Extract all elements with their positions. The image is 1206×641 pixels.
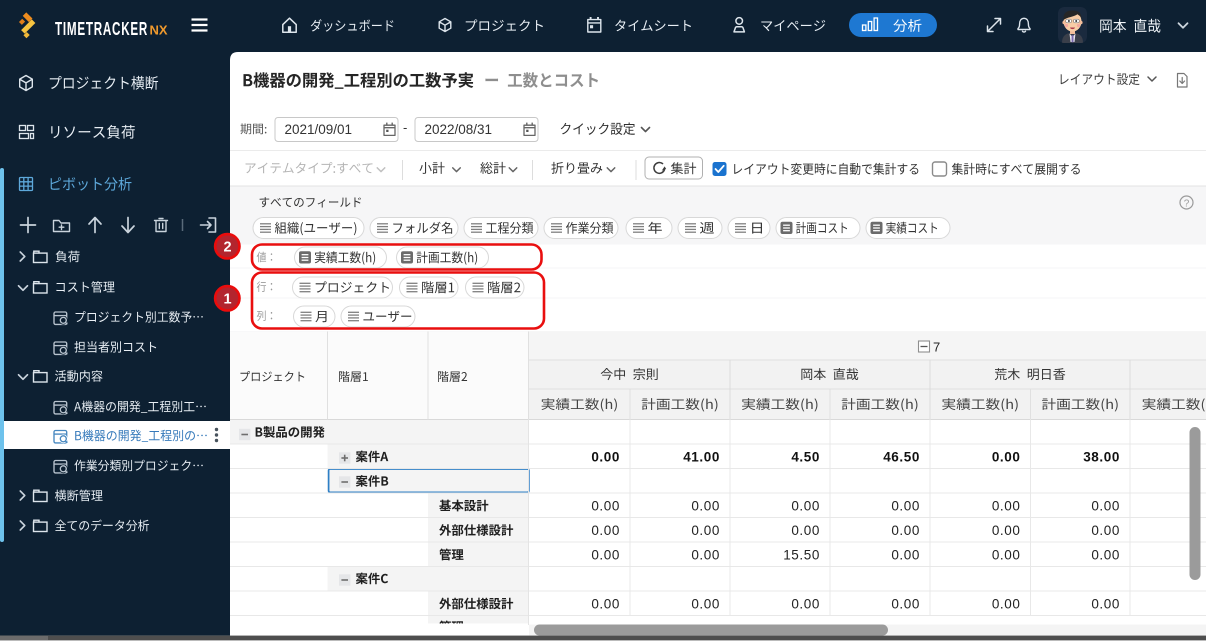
svg-text:0.00: 0.00	[992, 596, 1021, 611]
svg-text:0.00: 0.00	[591, 596, 620, 611]
svg-text:0.00: 0.00	[891, 596, 920, 611]
svg-text:4.50: 4.50	[791, 449, 820, 464]
svg-text:0.00: 0.00	[791, 498, 820, 513]
svg-text:NX: NX	[150, 23, 168, 38]
svg-text:2: 2	[223, 240, 231, 256]
svg-text:0.00: 0.00	[1091, 523, 1120, 538]
svg-text:0.00: 0.00	[891, 498, 920, 513]
svg-text:0.00: 0.00	[591, 547, 620, 562]
svg-text:41.00: 41.00	[683, 449, 720, 464]
svg-text:-: -	[403, 120, 407, 135]
svg-text:0.00: 0.00	[891, 547, 920, 562]
svg-text:0.00: 0.00	[591, 498, 620, 513]
svg-text:0.00: 0.00	[591, 449, 620, 464]
svg-text:0.00: 0.00	[1091, 498, 1120, 513]
svg-text:2022/08/31: 2022/08/31	[425, 122, 493, 137]
svg-text:0.00: 0.00	[791, 596, 820, 611]
svg-text:0.00: 0.00	[691, 547, 720, 562]
svg-text:?: ?	[1184, 198, 1190, 209]
svg-text:15.50: 15.50	[783, 547, 820, 562]
svg-text:TIMETRACKER: TIMETRACKER	[55, 19, 148, 39]
svg-text:0.00: 0.00	[1091, 547, 1120, 562]
svg-text:7: 7	[933, 340, 940, 355]
svg-text:0.00: 0.00	[691, 498, 720, 513]
svg-text:0.00: 0.00	[791, 523, 820, 538]
svg-text:0.00: 0.00	[691, 596, 720, 611]
svg-text:0.00: 0.00	[891, 523, 920, 538]
svg-text:0.00: 0.00	[691, 523, 720, 538]
svg-text:0.00: 0.00	[1091, 596, 1120, 611]
svg-text:2021/09/01: 2021/09/01	[285, 122, 353, 137]
svg-text:38.00: 38.00	[1083, 449, 1120, 464]
svg-text:46.50: 46.50	[883, 449, 920, 464]
svg-text:0.00: 0.00	[992, 523, 1021, 538]
svg-text:0.00: 0.00	[992, 547, 1021, 562]
svg-text:0.00: 0.00	[591, 523, 620, 538]
svg-text:1: 1	[223, 292, 231, 308]
svg-text:0.00: 0.00	[992, 498, 1021, 513]
svg-text:0.00: 0.00	[992, 449, 1021, 464]
